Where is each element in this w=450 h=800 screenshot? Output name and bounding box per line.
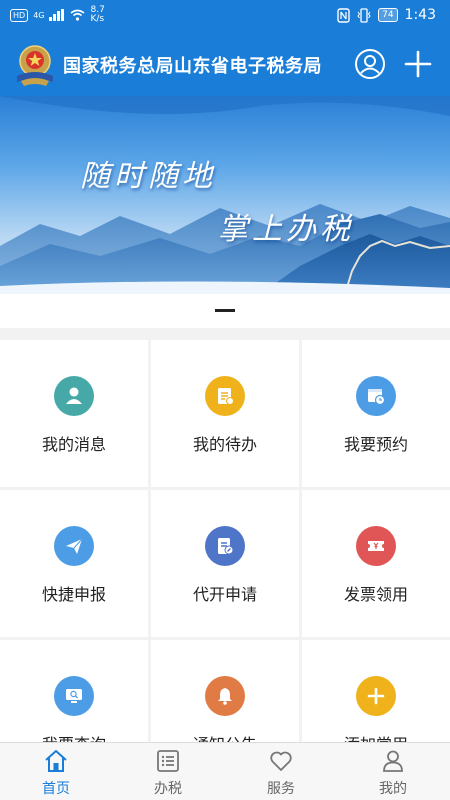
person-icon: [54, 376, 94, 416]
battery-indicator: 74: [378, 8, 398, 22]
grid-item-my-todo[interactable]: 我的待办: [151, 340, 299, 487]
document-edit-icon: [205, 526, 245, 566]
page-title: 国家税务总局山东省电子税务局: [63, 56, 322, 77]
ticket-icon: [356, 526, 396, 566]
plus-icon: [404, 50, 432, 78]
calendar-clock-icon: [356, 376, 396, 416]
grid-item-appointment[interactable]: 我要预约: [302, 340, 450, 487]
plus-icon: [356, 676, 396, 716]
pager-indicator[interactable]: [215, 309, 235, 312]
home-icon: [45, 750, 67, 772]
monitor-search-icon: [54, 676, 94, 716]
user-profile-button[interactable]: [354, 48, 386, 80]
grid-item-quick-filing[interactable]: 快捷申报: [0, 490, 148, 637]
banner-pager: [0, 294, 450, 328]
tax-emblem-icon: [17, 45, 53, 86]
nav-label: 办税: [154, 781, 182, 797]
promo-banner[interactable]: 随时随地 掌上办税: [0, 96, 450, 294]
grid-item-invoice-collect[interactable]: 发票领用: [302, 490, 450, 637]
clock: 1:43: [404, 7, 436, 23]
status-bar: HD 4G 8.7 K/s 74 1:43: [0, 0, 450, 34]
grid-item-label: 发票领用: [343, 585, 408, 604]
nav-tab-tax[interactable]: 办税: [112, 743, 224, 800]
grid-item-query[interactable]: 我要查询: [0, 640, 148, 742]
nav-tab-home[interactable]: 首页: [0, 743, 112, 800]
user-icon: [355, 49, 385, 79]
grid-item-proxy-invoice[interactable]: 代开申请: [151, 490, 299, 637]
grid-item-label: 我的待办: [192, 435, 257, 454]
grid-item-notice[interactable]: 通知公告: [151, 640, 299, 742]
nav-tab-service[interactable]: 服务: [225, 743, 337, 800]
grid-item-my-messages[interactable]: 我的消息: [0, 340, 148, 487]
add-button[interactable]: [402, 48, 434, 80]
vibrate-icon: [357, 7, 371, 23]
nav-label: 我的: [379, 781, 407, 797]
nav-tab-mine[interactable]: 我的: [337, 743, 449, 800]
bottom-navigation: 首页 办税 服务 我的: [0, 742, 450, 800]
grid-item-label: 我要查询: [0, 731, 148, 742]
wifi-icon: [70, 9, 85, 21]
hd-indicator: HD: [10, 8, 29, 22]
banner-slogan-line1: 随时随地: [80, 159, 216, 194]
grid-item-label: 代开申请: [192, 585, 257, 604]
network-indicator: 4G: [33, 10, 45, 20]
grid-item-label: 添加常用: [302, 731, 450, 742]
signal-icon: [49, 9, 65, 21]
nfc-icon: [337, 7, 350, 23]
bell-icon: [205, 676, 245, 716]
nav-label: 首页: [42, 781, 70, 797]
grid-item-label: 我的消息: [41, 435, 106, 454]
net-speed: 8.7 K/s: [90, 5, 105, 24]
person-outline-icon: [383, 750, 403, 772]
app-header: 国家税务总局山东省电子税务局: [0, 34, 450, 96]
paper-plane-icon: [54, 526, 94, 566]
function-grid: 我的消息 我的待办 我要预约 快捷申报 代开申请 发票领用: [0, 340, 450, 742]
list-icon: [157, 750, 179, 772]
mountain-landscape-image: [0, 96, 450, 294]
todo-list-icon: [205, 376, 245, 416]
grid-item-label: 我要预约: [343, 435, 408, 454]
grid-item-add-frequent[interactable]: 添加常用: [302, 640, 450, 742]
grid-item-label: 通知公告: [151, 731, 299, 742]
banner-slogan-line2: 掌上办税: [218, 212, 354, 247]
nav-label: 服务: [267, 781, 295, 797]
heart-icon: [270, 751, 292, 771]
grid-item-label: 快捷申报: [41, 585, 106, 604]
